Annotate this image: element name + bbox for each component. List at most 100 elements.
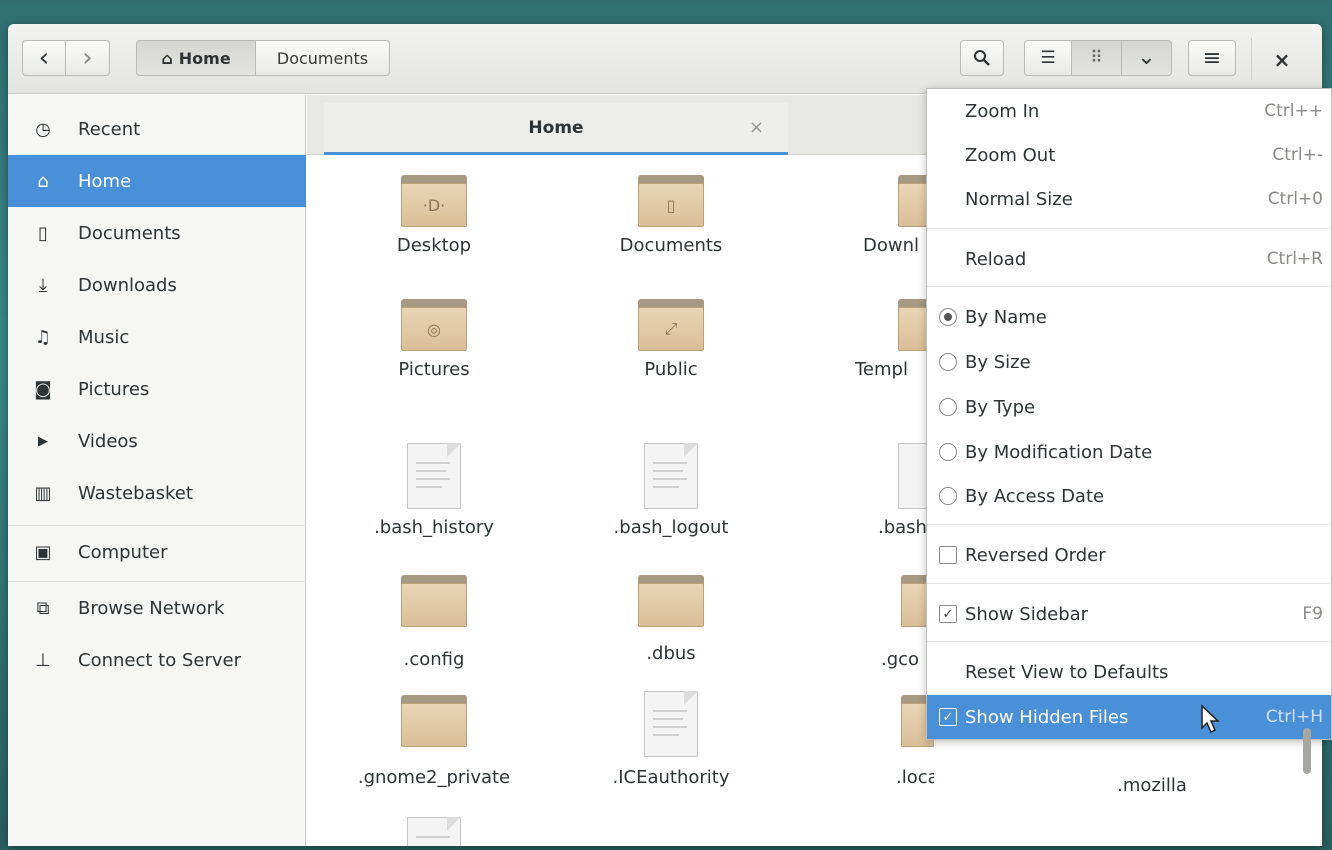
- sidebar-item-downloads[interactable]: ⤓ Downloads: [8, 259, 306, 311]
- shortcut-label: Ctrl+H: [1265, 707, 1323, 727]
- menu-item-sort-by-type[interactable]: By Type: [927, 385, 1331, 429]
- video-icon: ▶: [38, 433, 48, 449]
- shortcut-label: Ctrl++: [1264, 101, 1323, 121]
- file-item[interactable]: .gco: [818, 575, 934, 670]
- menu-item-label: By Size: [965, 351, 1031, 373]
- file-item[interactable]: .bash: [818, 443, 934, 538]
- menu-item-label: By Access Date: [965, 485, 1105, 507]
- sidebar-item-label: Pictures: [78, 378, 150, 400]
- menu-separator: [927, 228, 1331, 229]
- file-item[interactable]: .local: [818, 695, 934, 788]
- file-label: Public: [644, 359, 698, 380]
- sidebar-item-label: Wastebasket: [78, 482, 193, 504]
- file-item[interactable]: .config: [344, 575, 524, 670]
- menu-item-label: Reload: [965, 248, 1027, 270]
- sidebar-item-computer[interactable]: ▣ Computer: [8, 526, 306, 578]
- menu-item-sort-by-name[interactable]: By Name: [927, 295, 1331, 339]
- sidebar-item-connect-to-server[interactable]: ⊥ Connect to Server: [8, 634, 306, 686]
- file-item[interactable]: ⤢ Public: [581, 299, 761, 380]
- file-item[interactable]: .dbus: [581, 575, 761, 664]
- menu-item-sort-by-modification-date[interactable]: By Modification Date: [927, 430, 1331, 474]
- menu-item-reset-view[interactable]: Reset View to Defaults: [927, 650, 1331, 694]
- sidebar-item-label: Videos: [78, 430, 138, 452]
- menu-item-zoom-in[interactable]: Zoom In Ctrl++: [927, 89, 1331, 133]
- text-file-icon: [407, 443, 461, 509]
- sidebar-item-home[interactable]: ⌂ Home: [8, 155, 306, 207]
- shortcut-label: Ctrl+R: [1266, 249, 1323, 269]
- file-label: .gnome2_private: [357, 767, 511, 788]
- path-home-button[interactable]: ⌂ Home: [136, 40, 256, 76]
- menu-item-sort-by-size[interactable]: By Size: [927, 340, 1331, 384]
- close-window-button[interactable]: ×: [1262, 40, 1302, 80]
- menu-item-normal-size[interactable]: Normal Size Ctrl+0: [927, 177, 1331, 221]
- forward-button[interactable]: ›: [66, 40, 110, 76]
- file-item[interactable]: .bash_history: [344, 443, 524, 538]
- file-item[interactable]: ▯ Documents: [581, 175, 761, 256]
- scrollbar-thumb[interactable]: [1303, 728, 1311, 774]
- tab-close-icon[interactable]: ×: [749, 117, 764, 138]
- view-options-button[interactable]: ⌄: [1122, 40, 1172, 76]
- folder-icon: [401, 575, 467, 627]
- path-documents-label: Documents: [276, 48, 369, 68]
- sidebar-item-wastebasket[interactable]: ▥ Wastebasket: [8, 467, 306, 519]
- sidebar-item-music[interactable]: ♫ Music: [8, 311, 306, 363]
- home-icon: ⌂: [161, 48, 173, 68]
- menu-item-label: Reset View to Defaults: [965, 661, 1169, 683]
- folder-documents-icon: ▯: [638, 175, 704, 227]
- sidebar-item-pictures[interactable]: ◙ Pictures: [8, 363, 306, 415]
- file-item[interactable]: [344, 817, 524, 846]
- radio-icon: [939, 487, 957, 505]
- text-file-icon: [644, 443, 698, 509]
- file-label: Desktop: [396, 235, 472, 256]
- file-item[interactable]: ·D· Desktop: [344, 175, 524, 256]
- text-file-icon: [407, 817, 461, 846]
- file-label: .bash_history: [374, 517, 494, 538]
- menu-item-reversed-order[interactable]: Reversed Order: [927, 533, 1331, 577]
- sidebar-item-browse-network[interactable]: ⧉ Browse Network: [8, 582, 306, 634]
- computer-icon: ▣: [34, 541, 52, 563]
- menu-item-label: By Name: [965, 306, 1047, 328]
- home-icon: ⌂: [37, 170, 49, 192]
- header-separator: [1251, 38, 1252, 80]
- sidebar-item-documents[interactable]: ▯ Documents: [8, 207, 306, 259]
- text-file-icon: [644, 691, 698, 757]
- menu-item-sort-by-access-date[interactable]: By Access Date: [927, 474, 1331, 518]
- sidebar-item-label: Documents: [78, 222, 181, 244]
- tab-home[interactable]: Home ×: [324, 103, 788, 155]
- sidebar: ◷ Recent ⌂ Home ▯ Documents ⤓ Downloads ♫ Mus…: [8, 95, 306, 846]
- file-item[interactable]: .ICEauthority: [581, 691, 761, 788]
- app-menu-button[interactable]: ≡: [1188, 40, 1236, 76]
- menu-item-label: Zoom In: [965, 100, 1040, 122]
- path-home-label: Home: [178, 48, 231, 68]
- grid-view-button[interactable]: ⠿: [1072, 40, 1122, 76]
- menu-item-show-hidden-files[interactable]: ✓ Show Hidden Files Ctrl+H: [927, 695, 1331, 739]
- file-label: .ICEauthority: [612, 767, 730, 788]
- file-item[interactable]: .bash_logout: [581, 443, 761, 538]
- search-button[interactable]: [960, 40, 1004, 76]
- menu-item-label: By Type: [965, 396, 1036, 418]
- file-item[interactable]: ▯ Templ: [818, 299, 934, 380]
- menu-item-label: Show Hidden Files: [965, 706, 1129, 728]
- file-item[interactable]: ◎ Pictures: [344, 299, 524, 380]
- menu-item-reload[interactable]: Reload Ctrl+R: [927, 237, 1331, 281]
- menu-item-zoom-out[interactable]: Zoom Out Ctrl+-: [927, 133, 1331, 177]
- server-icon: ⊥: [35, 649, 51, 671]
- file-item[interactable]: .gnome2_private: [344, 695, 524, 788]
- file-label: .mozilla: [1117, 775, 1187, 796]
- path-documents-button[interactable]: Documents: [256, 40, 390, 76]
- sidebar-item-videos[interactable]: ▶ Videos: [8, 415, 306, 467]
- hamburger-icon: ≡: [1202, 45, 1222, 71]
- back-button[interactable]: ‹: [22, 40, 66, 76]
- sidebar-item-label: Computer: [78, 541, 168, 563]
- sidebar-item-label: Connect to Server: [78, 649, 241, 671]
- folder-icon: [401, 695, 467, 747]
- sidebar-item-recent[interactable]: ◷ Recent: [8, 103, 306, 155]
- menu-item-show-sidebar[interactable]: ✓ Show Sidebar F9: [927, 592, 1331, 636]
- folder-pictures-icon: ◎: [401, 299, 467, 351]
- mouse-cursor-icon: [1201, 704, 1220, 734]
- list-view-button[interactable]: ☰: [1024, 40, 1072, 76]
- folder-icon: [638, 575, 704, 627]
- file-item[interactable]: ⇣ Downl: [818, 175, 934, 256]
- file-item[interactable]: .mozilla: [1062, 767, 1242, 796]
- document-icon: ▯: [38, 222, 48, 244]
